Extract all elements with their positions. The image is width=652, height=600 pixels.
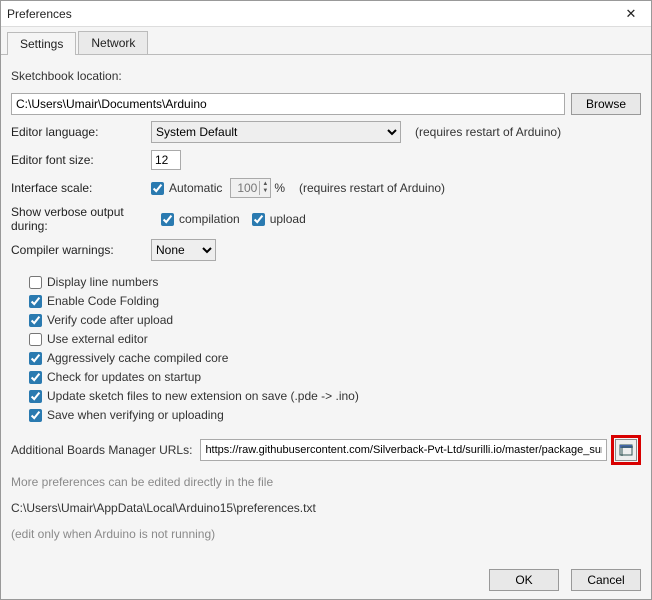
interface-scale-label: Interface scale: [11, 181, 151, 195]
more-prefs-line1: More preferences can be edited directly … [11, 475, 273, 489]
preferences-window: Preferences ✕ Settings Network Sketchboo… [0, 0, 652, 600]
window-title: Preferences [7, 7, 617, 21]
verify-after-upload-label: Verify code after upload [47, 313, 173, 327]
cache-core-label: Aggressively cache compiled core [47, 351, 228, 365]
update-sketch-ext-checkbox[interactable] [29, 390, 42, 403]
scale-hint: (requires restart of Arduino) [299, 181, 445, 195]
verify-after-upload-checkbox[interactable] [29, 314, 42, 327]
display-line-numbers-checkbox[interactable] [29, 276, 42, 289]
tab-settings[interactable]: Settings [7, 32, 76, 55]
editor-font-size-input[interactable] [151, 150, 181, 170]
browse-button[interactable]: Browse [571, 93, 641, 115]
spinner-arrows-icon[interactable]: ▲▼ [259, 181, 270, 195]
tab-network[interactable]: Network [78, 31, 148, 54]
save-on-verify-checkbox[interactable] [29, 409, 42, 422]
cancel-button[interactable]: Cancel [571, 569, 641, 591]
save-on-verify-label: Save when verifying or uploading [47, 408, 224, 422]
sketchbook-label: Sketchbook location: [11, 69, 122, 83]
ok-button[interactable]: OK [489, 569, 559, 591]
use-external-editor-checkbox[interactable] [29, 333, 42, 346]
enable-code-folding-label: Enable Code Folding [47, 294, 159, 308]
percent-label: % [274, 181, 285, 195]
close-icon[interactable]: ✕ [617, 4, 645, 24]
open-urls-dialog-button[interactable] [615, 439, 637, 461]
compilation-checkbox[interactable] [161, 213, 174, 226]
boards-urls-label: Additional Boards Manager URLs: [11, 443, 192, 457]
dialog-footer: OK Cancel [1, 561, 651, 599]
window-icon [619, 444, 633, 456]
compilation-label: compilation [179, 212, 240, 226]
enable-code-folding-checkbox[interactable] [29, 295, 42, 308]
display-line-numbers-label: Display line numbers [47, 275, 158, 289]
editor-language-label: Editor language: [11, 125, 151, 139]
scale-spinner[interactable]: ▲▼ [230, 178, 271, 198]
update-sketch-ext-label: Update sketch files to new extension on … [47, 389, 359, 403]
settings-panel: Sketchbook location: Browse Editor langu… [1, 55, 651, 561]
highlight-box [611, 435, 641, 465]
check-updates-checkbox[interactable] [29, 371, 42, 384]
upload-checkbox[interactable] [252, 213, 265, 226]
automatic-label: Automatic [169, 181, 222, 195]
sketchbook-path-input[interactable] [11, 93, 565, 115]
check-updates-label: Check for updates on startup [47, 370, 201, 384]
editor-language-hint: (requires restart of Arduino) [415, 125, 561, 139]
compiler-warnings-label: Compiler warnings: [11, 243, 151, 257]
editor-font-label: Editor font size: [11, 153, 151, 167]
compiler-warnings-select[interactable]: None [151, 239, 216, 261]
cache-core-checkbox[interactable] [29, 352, 42, 365]
prefs-path[interactable]: C:\Users\Umair\AppData\Local\Arduino15\p… [11, 501, 316, 515]
more-prefs-line2: (edit only when Arduino is not running) [11, 527, 215, 541]
editor-language-select[interactable]: System Default [151, 121, 401, 143]
scale-value [231, 181, 259, 195]
titlebar: Preferences ✕ [1, 1, 651, 27]
use-external-editor-label: Use external editor [47, 332, 148, 346]
tabs: Settings Network [1, 27, 651, 55]
boards-urls-input[interactable] [200, 439, 607, 461]
verbose-label: Show verbose output during: [11, 205, 161, 233]
automatic-checkbox[interactable] [151, 182, 164, 195]
upload-label: upload [270, 212, 306, 226]
